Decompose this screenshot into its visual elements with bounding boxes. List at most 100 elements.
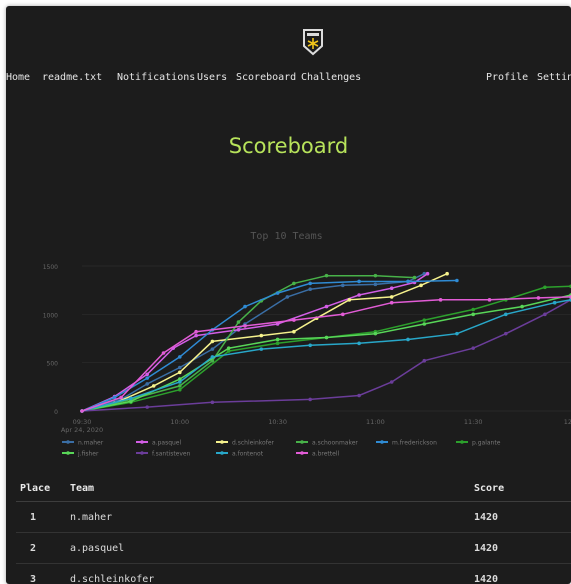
x-tick-label: 09:30 [73,418,92,426]
data-point [419,283,423,288]
x-tick-label: 10:30 [268,418,287,426]
data-point [308,343,313,348]
data-point [389,300,394,305]
data-point [243,304,247,309]
page-title: Scoreboard [228,134,349,158]
data-point [471,346,476,350]
legend-swatch-dot [140,451,144,455]
data-point [471,307,476,312]
legend-label: f.santisteven [152,451,191,458]
data-point [425,271,430,276]
scoreboard-table: Place Team Score 1 n.maher 1420 2 a.pasq… [16,475,571,584]
data-point [210,400,215,405]
legend-label: d.schleinkofer [232,440,275,447]
legend-label: m.frederickson [392,440,437,447]
row-score: 1420 [473,563,571,584]
data-point [373,331,378,336]
nav-readme[interactable]: readme.txt [42,72,102,83]
data-point [341,283,345,288]
data-point [292,329,296,334]
data-point [357,293,361,297]
data-point [543,285,547,290]
data-point [194,333,198,338]
data-point [504,331,508,336]
data-point [406,337,410,342]
data-point [520,304,524,309]
data-point [80,409,84,413]
chart-title: Top 10 Teams [250,231,322,242]
x-tick-label: 11:30 [464,418,483,426]
nav-scoreboard[interactable]: Scoreboard [236,72,296,83]
data-point [422,318,427,322]
data-point [455,278,459,283]
header-team: Team [69,475,473,502]
data-point [178,370,182,375]
data-point [292,318,296,322]
data-point [151,384,156,388]
x-tick-sublabel: Apr 24, 2020 [61,426,103,434]
header-score: Score [473,475,571,502]
legend-swatch-dot [300,440,304,444]
row-team-link[interactable]: d.schleinkofer [69,563,473,584]
y-tick-label: 500 [47,361,59,368]
data-point [145,382,149,386]
data-point [552,300,557,305]
nav-notifications[interactable]: Notifications [117,72,195,83]
legend-label: a.schoonmaker [312,440,358,447]
data-point [422,358,427,363]
row-team-link[interactable]: a.pasquel [69,532,473,564]
data-point [236,328,241,332]
nav-home[interactable]: Home [6,72,30,83]
legend-swatch-dot [66,440,70,444]
nav-profile[interactable]: Profile [486,72,528,83]
data-point [161,351,166,355]
data-point [373,282,378,287]
data-point [341,312,345,317]
data-point [145,376,149,380]
data-point [178,365,182,370]
data-point [324,335,329,340]
legend-label: a.fontenot [232,451,264,458]
table-row: 1 n.maher 1420 [16,501,571,533]
legend-label: p.galante [472,440,501,447]
data-point [357,279,361,284]
data-point [129,396,133,401]
data-point [536,296,541,300]
data-point [471,312,476,317]
data-point [145,405,149,409]
y-tick-label: 1000 [43,312,58,319]
x-tick-label: 10:00 [170,418,189,426]
nav-users[interactable]: Users [197,72,227,83]
data-point [412,275,417,280]
logo-icon[interactable] [302,28,324,56]
legend-label: n.maher [78,440,104,447]
data-point [236,320,241,324]
row-place: 2 [16,532,69,564]
series-line [81,279,457,412]
row-place: 1 [16,501,69,533]
legend-label: a.pasquel [152,440,181,447]
data-point [308,287,313,291]
data-point [275,337,280,342]
data-point [285,295,290,299]
row-score: 1420 [473,501,571,533]
x-tick-label: 11:00 [366,418,385,426]
app-window: Home readme.txt Notifications Users Scor… [6,6,571,584]
table-row: 2 a.pasquel 1420 [16,532,571,564]
data-point [438,298,443,302]
data-point [275,291,280,295]
data-point [324,304,329,309]
legend-swatch-dot [220,451,224,455]
data-point [406,279,410,284]
row-team-link[interactable]: n.maher [69,501,473,533]
nav-settings[interactable]: Settings [537,72,571,83]
legend-swatch-dot [66,451,70,455]
data-point [389,380,394,384]
data-point [308,397,313,402]
data-point [389,295,394,299]
data-point [292,281,296,286]
data-point [178,387,182,392]
nav-challenges[interactable]: Challenges [301,72,361,83]
top-nav: Home readme.txt Notifications Users Scor… [6,72,571,88]
table-header-row: Place Team Score [16,475,571,502]
